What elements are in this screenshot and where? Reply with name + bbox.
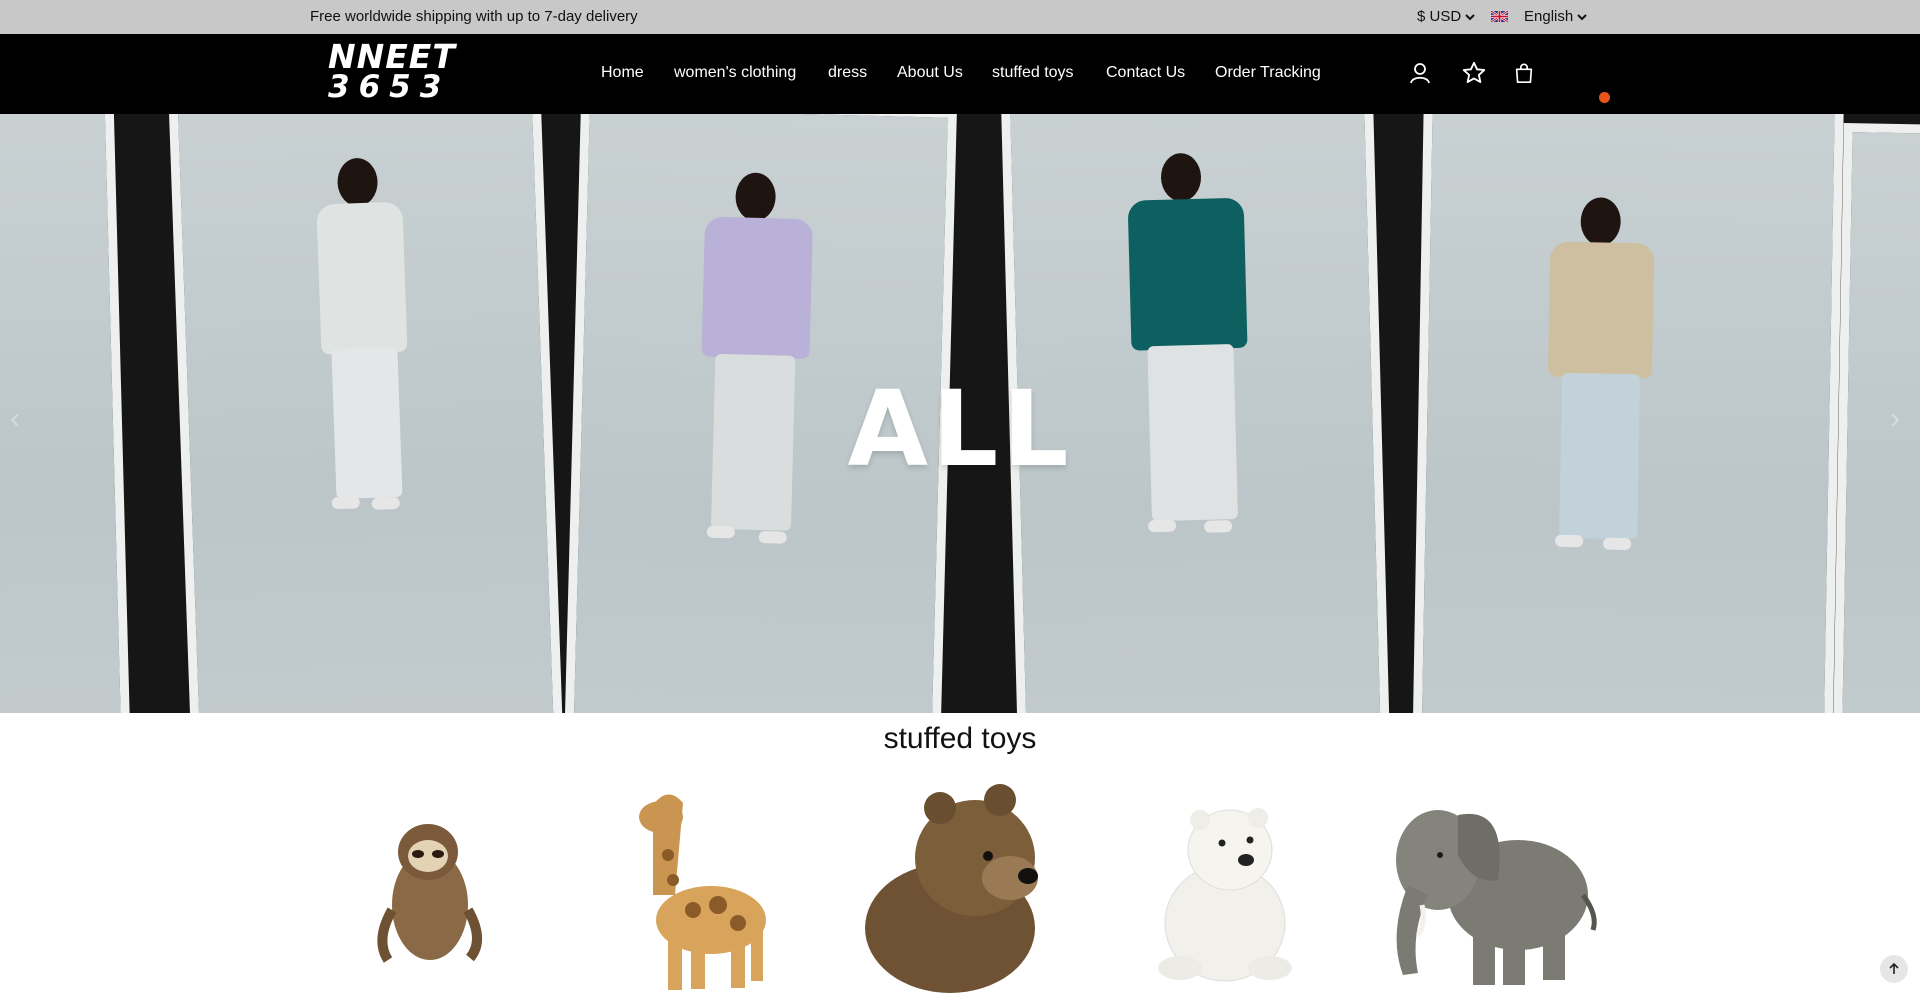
elephant-toy-image [1396,810,1597,985]
arrow-up-icon [1889,962,1899,974]
nav-dress[interactable]: dress [828,64,867,82]
back-to-top-button[interactable] [1880,955,1908,983]
logo-line-2: 3653 [328,69,451,105]
product-elephant-plush[interactable] [1378,785,1603,990]
announcement-text: Free worldwide shipping with up to 7-day… [310,8,638,25]
chevron-down-icon [1465,13,1475,20]
cart-count-badge [1599,92,1610,103]
next-slide-arrow-icon[interactable]: › [1890,402,1914,442]
language-selector[interactable]: English [1491,8,1587,25]
account-icon[interactable] [1405,58,1435,88]
hero-headline: ALL [847,368,1073,490]
currency-selector[interactable]: $ USD [1417,8,1475,25]
prev-slide-arrow-icon[interactable]: ‹ [10,402,34,442]
nav-contact-us[interactable]: Contact Us [1106,64,1185,82]
hero-banner[interactable]: ALL ‹ › [0,114,1920,713]
nav-stuffed-toys[interactable]: stuffed toys [992,64,1074,82]
nav-order-tracking[interactable]: Order Tracking [1215,64,1321,82]
brown-bear-toy-image [865,784,1038,993]
product-row [0,770,1920,993]
site-header: NNEET 3653 Home women's clothing dress A… [0,34,1920,114]
product-brown-bear-plush[interactable] [860,778,1060,993]
polar-bear-toy-image [1158,808,1292,982]
language-label: English [1524,8,1574,25]
product-sloth-plush[interactable] [370,810,490,970]
currency-label: $ USD [1417,8,1462,25]
section-title: stuffed toys [883,722,1037,755]
store-logo[interactable]: NNEET 3653 [328,37,468,106]
nav-home[interactable]: Home [601,64,644,82]
nav-about-us[interactable]: About Us [897,64,963,82]
wishlist-star-icon[interactable] [1459,58,1489,88]
announcement-bar: Free worldwide shipping with up to 7-day… [0,0,1920,34]
logo-line-1: NNEET [328,37,456,76]
cart-bag-icon[interactable] [1509,58,1539,88]
sloth-toy-image [377,824,482,963]
product-polar-bear-plush[interactable] [1150,798,1300,983]
chevron-down-icon [1577,13,1587,20]
uk-flag-icon [1491,11,1508,22]
product-giraffe-plush[interactable] [613,785,778,993]
nav-womens-clothing[interactable]: women's clothing [674,64,796,82]
giraffe-toy-image [639,794,766,990]
